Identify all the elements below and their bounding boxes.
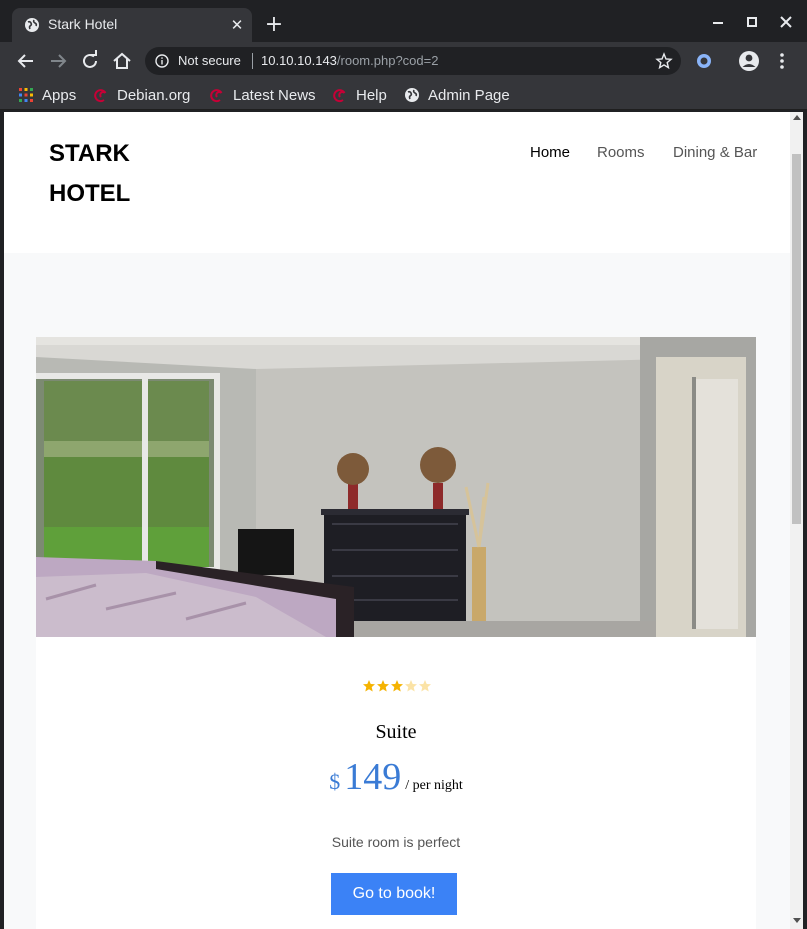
- nav-rooms[interactable]: Rooms: [597, 144, 645, 161]
- profile-avatar-icon[interactable]: [737, 49, 761, 73]
- bookmarks-bar: Apps Debian.org Latest News Help Admin P…: [0, 80, 807, 110]
- bookmark-admin-page[interactable]: Admin Page: [404, 84, 510, 106]
- window-border: [803, 112, 807, 929]
- maximize-icon[interactable]: [742, 12, 762, 32]
- logo-text: STARK HOTEL: [49, 140, 131, 207]
- page-viewport: STARK HOTEL Home Rooms Dining & Bar Suit…: [4, 112, 790, 929]
- apps-grid-icon: [19, 88, 33, 102]
- security-label: Not secure: [178, 53, 241, 68]
- more-menu-icon[interactable]: [770, 49, 794, 73]
- nav-dining-bar[interactable]: Dining & Bar: [673, 144, 757, 161]
- price-unit: / per night: [405, 778, 463, 793]
- debian-swirl-icon: [333, 89, 346, 103]
- browser-tab[interactable]: Stark Hotel ✕: [12, 8, 252, 42]
- info-icon[interactable]: [155, 54, 169, 68]
- globe-icon: [25, 18, 39, 32]
- room-name: Suite: [375, 721, 417, 743]
- scrollbar-thumb[interactable]: [792, 154, 801, 524]
- browser-toolbar: Not secure 10.10.10.143/room.php?cod=2: [0, 42, 807, 80]
- bookmark-label: Latest News: [233, 86, 316, 104]
- debian-swirl-icon: [210, 89, 223, 103]
- scroll-down-arrow-icon[interactable]: [793, 918, 801, 923]
- plus-icon[interactable]: +: [262, 14, 286, 38]
- price-currency: $: [329, 769, 341, 794]
- bookmark-latest-news[interactable]: Latest News: [209, 84, 316, 106]
- star-empty-icon: [419, 680, 431, 692]
- room-photo: [36, 337, 756, 637]
- nav-home[interactable]: Home: [530, 144, 570, 161]
- minimize-icon[interactable]: [708, 12, 728, 32]
- close-icon[interactable]: ✕: [228, 16, 246, 34]
- tab-strip: Stark Hotel ✕ +: [0, 0, 807, 42]
- debian-swirl-icon: [94, 89, 107, 103]
- url-divider: [252, 53, 253, 69]
- price-amount: 149: [344, 756, 402, 798]
- star-empty-icon: [405, 680, 417, 692]
- bookmark-debian-org[interactable]: Debian.org: [93, 84, 190, 106]
- star-rating: [362, 679, 432, 693]
- close-icon[interactable]: [776, 12, 796, 32]
- room-price: $ 149 / per night: [36, 755, 756, 799]
- book-button[interactable]: Go to book!: [331, 873, 457, 915]
- tab-title: Stark Hotel: [48, 16, 118, 32]
- bookmark-help[interactable]: Help: [332, 84, 387, 106]
- star-filled-icon: [377, 680, 389, 692]
- bookmark-label: Apps: [42, 86, 77, 104]
- bookmark-label: Help: [356, 86, 387, 104]
- url-text[interactable]: 10.10.10.143/room.php?cod=2: [261, 53, 438, 68]
- forward-arrow-icon[interactable]: [46, 49, 70, 73]
- site-header: STARK HOTEL Home Rooms Dining & Bar: [4, 112, 790, 253]
- bookmark-star-icon[interactable]: [655, 52, 673, 70]
- room-card: Suite $ 149 / per night Suite room is pe…: [36, 637, 756, 929]
- extension-icon[interactable]: [692, 49, 716, 73]
- globe-icon: [405, 88, 419, 102]
- address-bar[interactable]: Not secure 10.10.10.143/room.php?cod=2: [145, 47, 681, 75]
- star-filled-icon: [363, 680, 375, 692]
- url-host: 10.10.10.143: [261, 53, 337, 68]
- back-arrow-icon[interactable]: [14, 49, 38, 73]
- page-scrollbar[interactable]: [790, 112, 803, 929]
- bookmark-label: Debian.org: [117, 86, 191, 104]
- site-logo[interactable]: STARK HOTEL: [49, 134, 139, 214]
- room-description: Suite room is perfect: [331, 834, 461, 850]
- reload-icon[interactable]: [78, 49, 102, 73]
- home-icon[interactable]: [110, 49, 134, 73]
- scroll-up-arrow-icon[interactable]: [793, 115, 801, 120]
- bookmark-apps[interactable]: Apps: [18, 84, 76, 106]
- star-filled-icon: [391, 680, 403, 692]
- bookmark-label: Admin Page: [428, 86, 510, 104]
- url-path: /room.php?cod=2: [336, 53, 439, 68]
